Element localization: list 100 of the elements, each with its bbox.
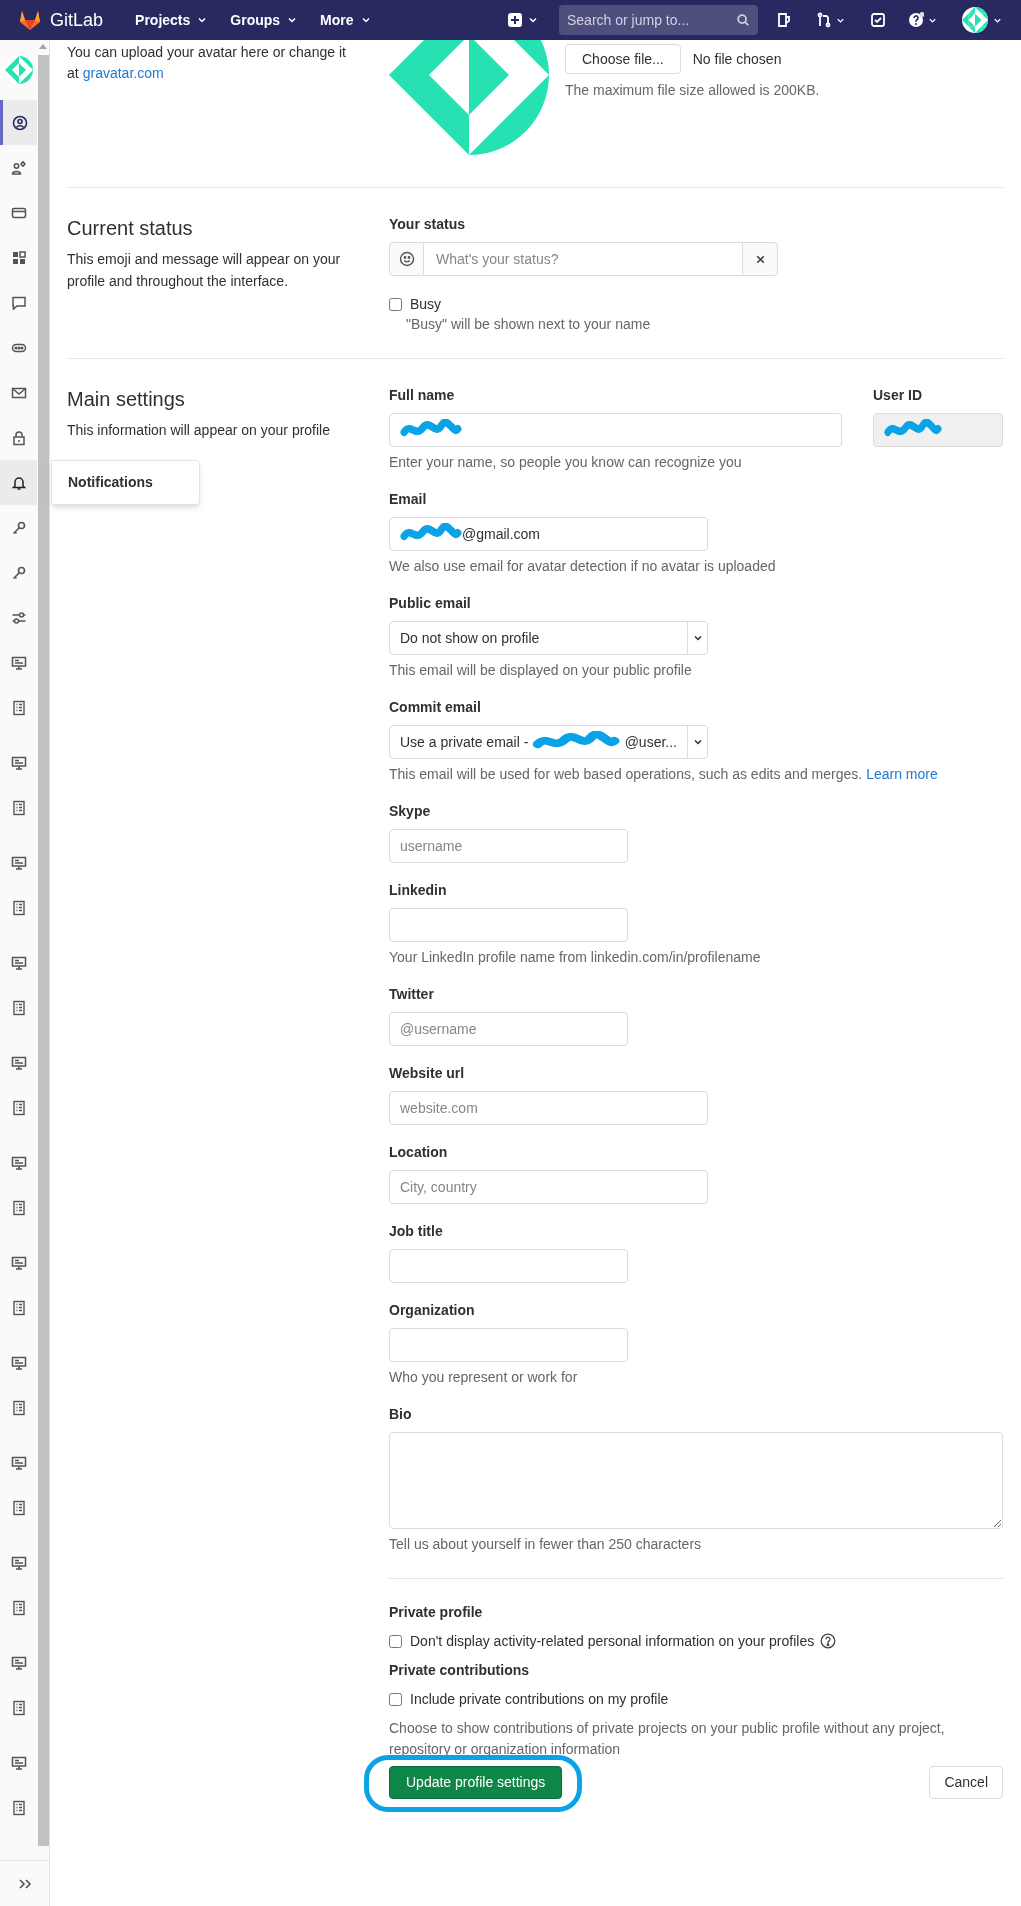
field-hint: This email will be displayed on your public profile (389, 661, 693, 680)
list-icon (10, 1799, 27, 1816)
field-label: Twitter (389, 985, 435, 1004)
lock-icon (10, 429, 27, 446)
help-icon[interactable] (820, 1633, 837, 1649)
field-label: Skype (389, 802, 432, 821)
section-description: This information will appear on your profile (67, 421, 331, 440)
field-label: Commit email (389, 698, 482, 717)
field-label: Organization (389, 1301, 476, 1320)
list-icon (10, 1399, 27, 1416)
notifications-flyout[interactable]: Notifications (51, 460, 200, 505)
gitlab-logo-icon[interactable] (18, 9, 42, 31)
key-icon (10, 519, 27, 536)
sliders-icon (10, 609, 27, 626)
list-icon (10, 1499, 27, 1516)
input-field[interactable]: City, country (389, 1170, 708, 1204)
clear-status-button[interactable] (742, 242, 778, 276)
nav-menu[interactable]: Projects (135, 9, 209, 31)
input-field[interactable] (389, 413, 842, 447)
list-icon (10, 799, 27, 816)
input-field[interactable] (389, 908, 628, 942)
monitor-icon (10, 1754, 27, 1771)
document-icon (776, 12, 792, 28)
nav-menu[interactable]: More (320, 9, 372, 31)
checkbox-label[interactable]: Include private contributions on my profile (410, 1688, 669, 1710)
search-field[interactable]: Search or jump to... (559, 5, 758, 35)
field-label: Job title (389, 1222, 444, 1241)
field-label: Private profile (389, 1603, 484, 1622)
select-field[interactable]: Use a private email - @user... (389, 725, 708, 759)
brand-name[interactable]: GitLab (50, 6, 104, 34)
merge-request-icon (816, 12, 832, 28)
field-hint: Your LinkedIn profile name from linkedin.com/in/profilename (389, 948, 762, 967)
list-icon (10, 899, 27, 916)
scrollbar-thumb[interactable] (37, 55, 49, 1846)
list-icon (10, 1299, 27, 1316)
input-field[interactable] (389, 1249, 628, 1283)
user-gear-icon (10, 159, 27, 176)
field-hint: We also use email for avatar detection if no avatar is uploaded (389, 557, 777, 576)
checkbox[interactable] (389, 297, 402, 311)
list-icon (10, 699, 27, 716)
input-field[interactable]: @username (389, 1012, 628, 1046)
list-icon (10, 1199, 27, 1216)
field-hint: Enter your name, so people you know can recognize you (389, 453, 743, 472)
plus-square-icon (507, 12, 523, 28)
checklist-button[interactable] (870, 12, 886, 28)
input-field[interactable] (389, 1328, 628, 1362)
document-button[interactable] (776, 12, 792, 28)
grid-icon (10, 249, 27, 266)
monitor-icon (10, 1554, 27, 1571)
nav-menu[interactable]: Groups (230, 9, 299, 31)
field-label: Full name (389, 386, 456, 405)
monitor-icon (10, 1054, 27, 1071)
sidebar-item[interactable] (0, 460, 37, 505)
file-status-text: No file chosen (692, 49, 782, 69)
field-hint: Who you represent or work for (389, 1368, 579, 1387)
gravatar-link[interactable]: gravatar.com (82, 65, 164, 81)
status-input[interactable]: What's your status? (424, 242, 742, 276)
list-icon (10, 1599, 27, 1616)
cancel-button[interactable]: Cancel (929, 1766, 1003, 1799)
input-field[interactable]: website.com (389, 1091, 708, 1125)
update-profile-button[interactable]: Update profile settings (389, 1766, 563, 1799)
checkbox-label[interactable]: Don't display activity-related personal information on your profiles (410, 1630, 815, 1652)
field-hint: Choose to show contributions of private projects on your public profile without any project, repository or organization information (389, 1719, 946, 1759)
search-icon (736, 13, 750, 27)
key-icon (10, 564, 27, 581)
monitor-icon (10, 1254, 27, 1271)
input-field[interactable]: @gmail.com (389, 517, 708, 551)
emoji-button[interactable] (389, 242, 424, 276)
field-label: Linkedin (389, 881, 448, 900)
field-label: User ID (873, 386, 924, 405)
monitor-icon (10, 1354, 27, 1371)
select-field[interactable]: Do not show on profile (389, 621, 708, 655)
field-hint: The maximum file size allowed is 200KB. (565, 81, 820, 100)
user-menu-button[interactable] (962, 7, 1003, 33)
new-item-button[interactable] (507, 12, 539, 28)
checkbox[interactable] (389, 1692, 402, 1706)
choose-file-button[interactable]: Choose file... (565, 44, 681, 74)
help-button[interactable] (908, 12, 938, 28)
monitor-icon (10, 1154, 27, 1171)
field-label: Your status (389, 215, 466, 234)
monitor-icon (10, 954, 27, 971)
field-label: Private contributions (389, 1661, 531, 1680)
learn-more-link[interactable]: Learn more (866, 766, 938, 782)
bell-icon (10, 474, 27, 491)
checkbox-label[interactable]: Busy (410, 293, 442, 315)
field-label: Website url (389, 1064, 466, 1083)
field-hint: "Busy" will be shown next to your name (405, 315, 652, 334)
section-title: Main settings (67, 387, 186, 412)
field-label: Public email (389, 594, 472, 613)
merge-request-button[interactable] (816, 12, 846, 28)
field-label: Bio (389, 1405, 413, 1424)
identicon-avatar (962, 7, 988, 33)
field-label: Location (389, 1143, 449, 1162)
sidebar-item[interactable] (0, 100, 37, 145)
section-description: This emoji and message will appear on your profile and throughout the interface. (67, 250, 342, 291)
field-hint: Tell us about yourself in fewer than 250 characters (389, 1535, 703, 1554)
scroll-up-icon[interactable] (39, 44, 47, 49)
checkbox[interactable] (389, 1634, 402, 1648)
field-label: Email (389, 490, 428, 509)
input-field[interactable]: username (389, 829, 628, 863)
